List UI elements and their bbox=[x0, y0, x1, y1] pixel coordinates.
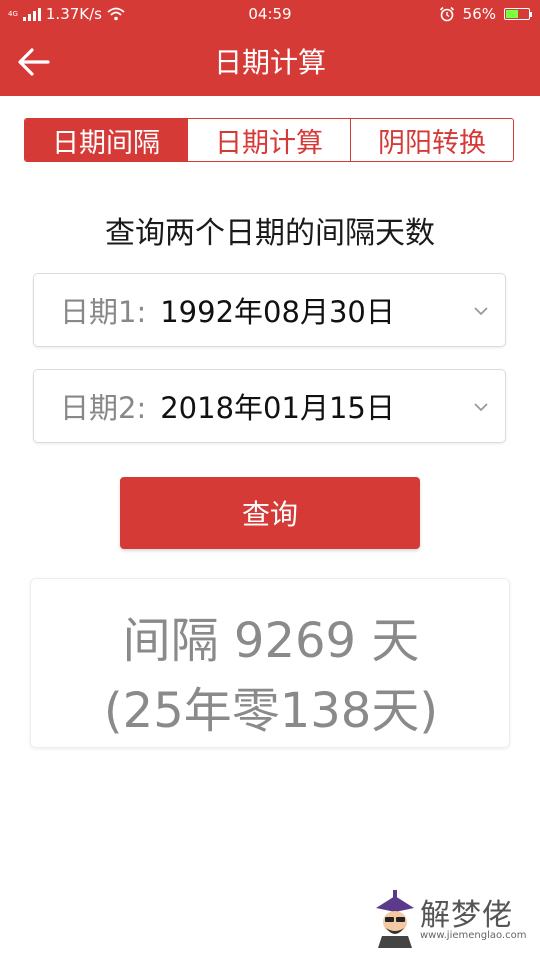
query-button[interactable]: 查询 bbox=[120, 477, 420, 549]
chevron-down-icon bbox=[473, 370, 489, 444]
status-bar: 4G 1.37K/s 04:59 56% bbox=[0, 0, 540, 30]
mascot-icon bbox=[376, 890, 414, 948]
watermark-name: 解梦佬 bbox=[420, 898, 513, 933]
tab-date-calculation[interactable]: 日期计算 bbox=[187, 119, 350, 161]
title-bar: 日期计算 bbox=[0, 30, 540, 96]
result-days: 间隔 9269 天 bbox=[122, 613, 420, 669]
result-years-days: (25年零138天) bbox=[103, 683, 439, 739]
watermark-url: www.jiemenglao.com bbox=[420, 930, 527, 941]
tab-date-interval[interactable]: 日期间隔 bbox=[25, 119, 187, 161]
alarm-icon bbox=[439, 6, 454, 22]
header: 4G 1.37K/s 04:59 56% 日期计算 bbox=[0, 0, 540, 96]
date1-selector[interactable]: 日期1: 1992年08月30日 bbox=[33, 273, 506, 347]
watermark-logo: 解梦佬 www.jiemenglao.com bbox=[370, 888, 530, 954]
back-button[interactable] bbox=[14, 44, 54, 80]
date1-value: 1992年08月30日 bbox=[160, 295, 395, 329]
result-panel: 间隔 9269 天 (25年零138天) bbox=[30, 578, 510, 748]
date1-label: 日期1: bbox=[60, 295, 147, 329]
battery-icon bbox=[504, 8, 532, 20]
date2-selector[interactable]: 日期2: 2018年01月15日 bbox=[33, 369, 506, 443]
tab-lunar-solar-conversion[interactable]: 阴阳转换 bbox=[350, 119, 513, 161]
tab-bar: 日期间隔 日期计算 阴阳转换 bbox=[24, 118, 514, 162]
page-title: 日期计算 bbox=[213, 46, 326, 79]
chevron-down-icon bbox=[473, 274, 489, 348]
date2-label: 日期2: bbox=[60, 391, 147, 425]
arrow-left-icon bbox=[18, 48, 50, 76]
date2-value: 2018年01月15日 bbox=[160, 391, 395, 425]
section-subtitle: 查询两个日期的间隔天数 bbox=[105, 216, 435, 251]
battery-percent: 56% bbox=[462, 5, 496, 23]
